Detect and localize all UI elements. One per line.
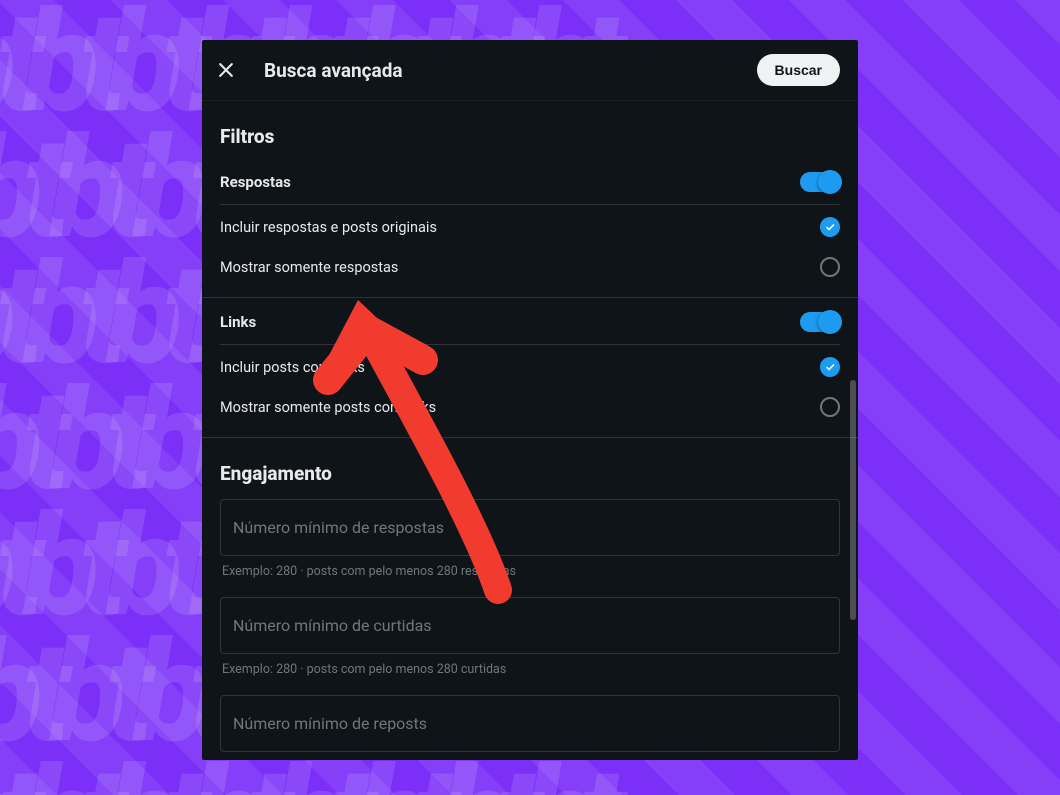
engagement-section-title: Engajamento <box>220 462 840 485</box>
modal-content: Filtros Respostas Incluir respostas e po… <box>202 101 858 760</box>
divider <box>220 204 840 205</box>
search-button[interactable]: Buscar <box>757 54 840 86</box>
header-left: Busca avançada <box>216 59 403 82</box>
links-toggle-row: Links <box>220 302 840 342</box>
links-subsection: Links Incluir posts com links Mostrar so… <box>220 302 840 427</box>
replies-option1-radio[interactable] <box>820 217 840 237</box>
links-option1-radio[interactable] <box>820 357 840 377</box>
modal-title: Busca avançada <box>264 59 403 82</box>
min-likes-helper: Exemplo: 280 · posts com pelo menos 280 … <box>222 662 838 677</box>
replies-toggle[interactable] <box>800 172 840 192</box>
links-option2-label: Mostrar somente posts com links <box>220 399 436 416</box>
replies-option1-row[interactable]: Incluir respostas e posts originais <box>220 207 840 247</box>
modal-header: Busca avançada Buscar <box>202 40 858 101</box>
replies-option2-label: Mostrar somente respostas <box>220 259 398 276</box>
replies-label: Respostas <box>220 173 291 191</box>
group-divider <box>202 297 858 298</box>
replies-option2-row[interactable]: Mostrar somente respostas <box>220 247 840 287</box>
min-likes-input[interactable]: Número mínimo de curtidas <box>220 597 840 654</box>
min-replies-placeholder: Número mínimo de respostas <box>233 518 827 537</box>
replies-option1-label: Incluir respostas e posts originais <box>220 219 437 236</box>
scrollbar[interactable] <box>850 380 856 620</box>
min-replies-helper: Exemplo: 280 · posts com pelo menos 280 … <box>222 564 838 579</box>
links-label: Links <box>220 313 256 331</box>
min-reposts-input[interactable]: Número mínimo de reposts <box>220 695 840 752</box>
group-divider <box>202 437 858 438</box>
min-replies-input[interactable]: Número mínimo de respostas <box>220 499 840 556</box>
min-likes-placeholder: Número mínimo de curtidas <box>233 616 827 635</box>
divider <box>220 344 840 345</box>
replies-toggle-row: Respostas <box>220 162 840 202</box>
close-icon[interactable] <box>216 60 236 80</box>
links-option1-row[interactable]: Incluir posts com links <box>220 347 840 387</box>
advanced-search-modal: Busca avançada Buscar Filtros Respostas … <box>202 40 858 760</box>
filters-section-title: Filtros <box>220 125 840 148</box>
replies-subsection: Respostas Incluir respostas e posts orig… <box>220 162 840 287</box>
links-option1-label: Incluir posts com links <box>220 359 365 376</box>
links-toggle[interactable] <box>800 312 840 332</box>
links-option2-radio[interactable] <box>820 397 840 417</box>
min-reposts-placeholder: Número mínimo de reposts <box>233 714 827 733</box>
replies-option2-radio[interactable] <box>820 257 840 277</box>
links-option2-row[interactable]: Mostrar somente posts com links <box>220 387 840 427</box>
